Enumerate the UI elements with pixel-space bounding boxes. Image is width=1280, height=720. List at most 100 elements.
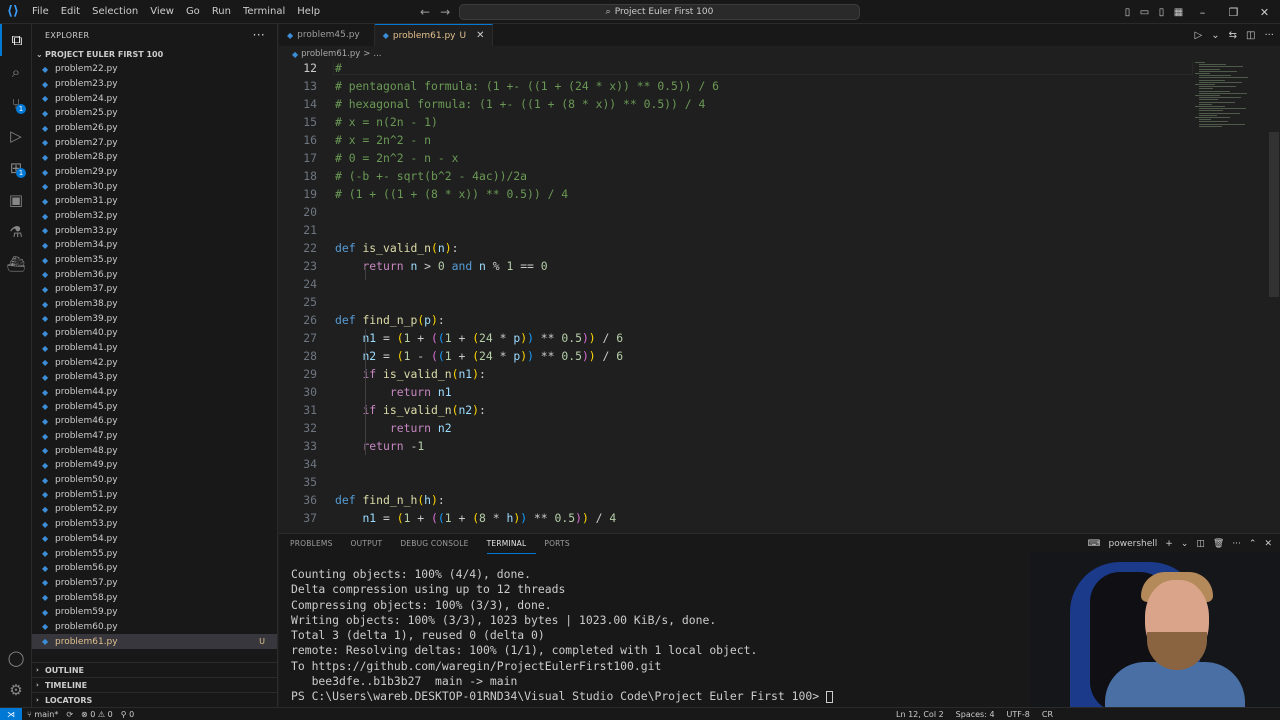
search-icon[interactable]: ⌕ — [0, 56, 32, 88]
file-item[interactable]: ◆ problem53.py — [32, 517, 277, 532]
close-panel-icon[interactable]: ✕ — [1264, 539, 1272, 549]
panel-tab-terminal[interactable]: TERMINAL — [486, 534, 537, 554]
account-icon[interactable]: ◯ — [0, 642, 32, 674]
section-timeline[interactable]: › TIMELINE — [32, 677, 278, 692]
remote-explorer-icon[interactable]: ▣ — [0, 184, 32, 216]
file-item[interactable]: ◆ problem45.py — [32, 399, 277, 414]
encoding[interactable]: UTF-8 — [1007, 710, 1030, 719]
settings-gear-icon[interactable]: ⚙ — [0, 674, 32, 706]
file-item[interactable]: ◆ problem42.py — [32, 355, 277, 370]
toggle-primary-sidebar-icon[interactable]: ▯ — [1119, 7, 1136, 18]
code-line[interactable]: 14 # hexagonal formula: (1 +- ((1 + (8 * … — [279, 95, 1199, 113]
code-line[interactable]: 19 # (1 + ((1 + (8 * x)) ** 0.5)) / 4 — [279, 185, 1199, 203]
file-item[interactable]: ◆ problem48.py — [32, 443, 277, 458]
file-item[interactable]: ◆ problem41.py — [32, 341, 277, 356]
file-item[interactable]: ◆ problem26.py — [32, 121, 277, 136]
file-item[interactable]: ◆ problem30.py — [32, 179, 277, 194]
code-line[interactable]: 33 return -1 — [279, 437, 1199, 455]
forward-arrow-icon[interactable]: → — [440, 5, 450, 19]
new-terminal-icon[interactable]: + — [1165, 539, 1173, 549]
code-line[interactable]: 21 — [279, 221, 1199, 239]
panel-tab-output[interactable]: OUTPUT — [351, 534, 393, 554]
chevron-down-icon[interactable]: ⌄ — [1181, 539, 1189, 549]
open-changes-icon[interactable]: ⇆ — [1229, 30, 1237, 41]
code-line[interactable]: 34 — [279, 455, 1199, 473]
panel-tab-ports[interactable]: PORTS — [544, 534, 579, 554]
file-item[interactable]: ◆ problem27.py — [32, 135, 277, 150]
file-item[interactable]: ◆ problem61.py U — [32, 634, 277, 649]
code-line[interactable]: 28 n2 = (1 - ((1 + (24 * p)) ** 0.5)) / … — [279, 347, 1199, 365]
file-item[interactable]: ◆ problem40.py — [32, 326, 277, 341]
file-item[interactable]: ◆ problem28.py — [32, 150, 277, 165]
file-item[interactable]: ◆ problem37.py — [32, 282, 277, 297]
cursor-position[interactable]: Ln 12, Col 2 — [896, 710, 944, 719]
restore-icon[interactable]: ❐ — [1218, 6, 1249, 19]
code-line[interactable]: 16 # x = 2n^2 - n — [279, 131, 1199, 149]
split-editor-icon[interactable]: ◫ — [1246, 30, 1255, 41]
minimap[interactable] — [1195, 62, 1255, 132]
more-actions-icon[interactable]: ··· — [1232, 539, 1241, 549]
tab-problem61[interactable]: ◆ problem61.py U ✕ — [374, 24, 494, 46]
menu-help[interactable]: Help — [291, 0, 326, 24]
file-item[interactable]: ◆ problem32.py — [32, 209, 277, 224]
file-item[interactable]: ◆ problem54.py — [32, 532, 277, 547]
run-python-icon[interactable]: ▷ — [1195, 30, 1203, 41]
back-arrow-icon[interactable]: ← — [420, 5, 430, 19]
file-item[interactable]: ◆ problem47.py — [32, 429, 277, 444]
workspace-folder[interactable]: ⌄ PROJECT EULER FIRST 100 — [32, 46, 277, 62]
toggle-secondary-sidebar-icon[interactable]: ▯ — [1153, 7, 1170, 18]
more-actions-icon[interactable]: ··· — [253, 28, 265, 42]
more-actions-icon[interactable]: ··· — [1264, 30, 1274, 41]
close-window-icon[interactable]: ✕ — [1249, 6, 1280, 19]
code-line[interactable]: 32 return n2 — [279, 419, 1199, 437]
terminal-shell-name[interactable]: powershell — [1109, 539, 1158, 549]
menu-go[interactable]: Go — [180, 0, 206, 24]
maximize-panel-icon[interactable]: ⌃ — [1249, 539, 1257, 549]
code-line[interactable]: 22 def is_valid_n(n): — [279, 239, 1199, 257]
menu-file[interactable]: File — [26, 0, 55, 24]
breadcrumb-file[interactable]: problem61.py — [301, 49, 360, 59]
file-item[interactable]: ◆ problem56.py — [32, 561, 277, 576]
file-item[interactable]: ◆ problem36.py — [32, 267, 277, 282]
file-item[interactable]: ◆ problem43.py — [32, 370, 277, 385]
testing-icon[interactable]: ⚗ — [0, 216, 32, 248]
file-item[interactable]: ◆ problem34.py — [32, 238, 277, 253]
docker-icon[interactable]: ⛴ — [0, 248, 32, 280]
code-line[interactable]: 37 n1 = (1 + ((1 + (8 * h)) ** 0.5)) / 4 — [279, 509, 1199, 527]
file-item[interactable]: ◆ problem44.py — [32, 385, 277, 400]
menu-view[interactable]: View — [144, 0, 180, 24]
file-item[interactable]: ◆ problem49.py — [32, 458, 277, 473]
code-line[interactable]: 30 return n1 — [279, 383, 1199, 401]
code-line[interactable]: 36 def find_n_h(h): — [279, 491, 1199, 509]
code-line[interactable]: 31 if is_valid_n(n2): — [279, 401, 1199, 419]
file-item[interactable]: ◆ problem46.py — [32, 414, 277, 429]
file-item[interactable]: ◆ problem29.py — [32, 165, 277, 180]
file-item[interactable]: ◆ problem57.py — [32, 576, 277, 591]
code-line[interactable]: 27 n1 = (1 + ((1 + (24 * p)) ** 0.5)) / … — [279, 329, 1199, 347]
code-line[interactable]: 25 — [279, 293, 1199, 311]
indentation[interactable]: Spaces: 4 — [956, 710, 995, 719]
panel-tab-problems[interactable]: PROBLEMS — [290, 534, 343, 554]
code-line[interactable]: 20 — [279, 203, 1199, 221]
remote-indicator-icon[interactable]: ⋊ — [0, 708, 22, 720]
code-line[interactable]: 12 # — [279, 62, 1199, 77]
branch-indicator[interactable]: ⑂ main* — [27, 710, 58, 719]
file-item[interactable]: ◆ problem23.py — [32, 77, 277, 92]
minimize-icon[interactable]: – — [1187, 6, 1218, 19]
file-item[interactable]: ◆ problem35.py — [32, 253, 277, 268]
panel-tab-debug-console[interactable]: DEBUG CONSOLE — [400, 534, 478, 554]
file-item[interactable]: ◆ problem51.py — [32, 487, 277, 502]
code-editor[interactable]: 12 #13 # pentagonal formula: (1 +- ((1 + (… — [279, 62, 1280, 530]
file-item[interactable]: ◆ problem55.py — [32, 546, 277, 561]
file-item[interactable]: ◆ problem39.py — [32, 311, 277, 326]
file-item[interactable]: ◆ problem58.py — [32, 590, 277, 605]
file-item[interactable]: ◆ problem25.py — [32, 106, 277, 121]
code-line[interactable]: 35 — [279, 473, 1199, 491]
source-control-icon[interactable]: ⑂ 1 — [0, 88, 32, 120]
code-line[interactable]: 23 return n > 0 and n % 1 == 0 — [279, 257, 1199, 275]
menu-run[interactable]: Run — [206, 0, 237, 24]
problems-indicator[interactable]: ⊗ 0 ⚠ 0 — [81, 710, 113, 719]
code-line[interactable]: 17 # 0 = 2n^2 - n - x — [279, 149, 1199, 167]
chevron-down-icon[interactable]: ⌄ — [1211, 30, 1219, 41]
file-item[interactable]: ◆ problem60.py — [32, 620, 277, 635]
